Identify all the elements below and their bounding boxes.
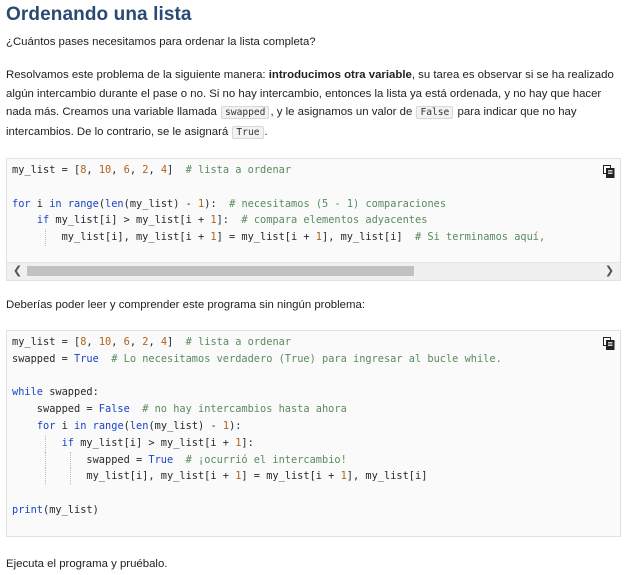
chevron-right-icon[interactable]: ❯ xyxy=(601,263,618,280)
scrollbar-thumb[interactable] xyxy=(27,266,414,276)
page-title: Ordenando una lista xyxy=(6,4,192,25)
explanation-paragraph: Resolvamos este problema de la siguiente… xyxy=(6,69,614,139)
question-text: ¿Cuántos pases necesitamos para ordenar … xyxy=(6,36,316,48)
inline-code-false: False xyxy=(416,106,454,119)
horizontal-scrollbar[interactable]: ❮ ❯ xyxy=(7,262,620,280)
code-content-1: my_list = [8, 10, 6, 2, 4] # lista a ord… xyxy=(7,159,620,246)
code-block-1[interactable]: my_list = [8, 10, 6, 2, 4] # lista a ord… xyxy=(6,158,621,281)
footer-text: Ejecuta el programa y pruébalo. xyxy=(6,558,168,570)
chevron-left-icon[interactable]: ❮ xyxy=(9,263,26,280)
code-block-2[interactable]: my_list = [8, 10, 6, 2, 4] # lista a ord… xyxy=(6,330,621,537)
highlight-text: introducimos otra variable xyxy=(268,69,412,81)
inline-code-true: True xyxy=(232,125,264,139)
inline-code-swapped: swapped xyxy=(221,106,270,119)
code-content-2: my_list = [8, 10, 6, 2, 4] # lista a ord… xyxy=(12,336,502,516)
middle-text: Deberías poder leer y comprender este pr… xyxy=(6,299,365,311)
